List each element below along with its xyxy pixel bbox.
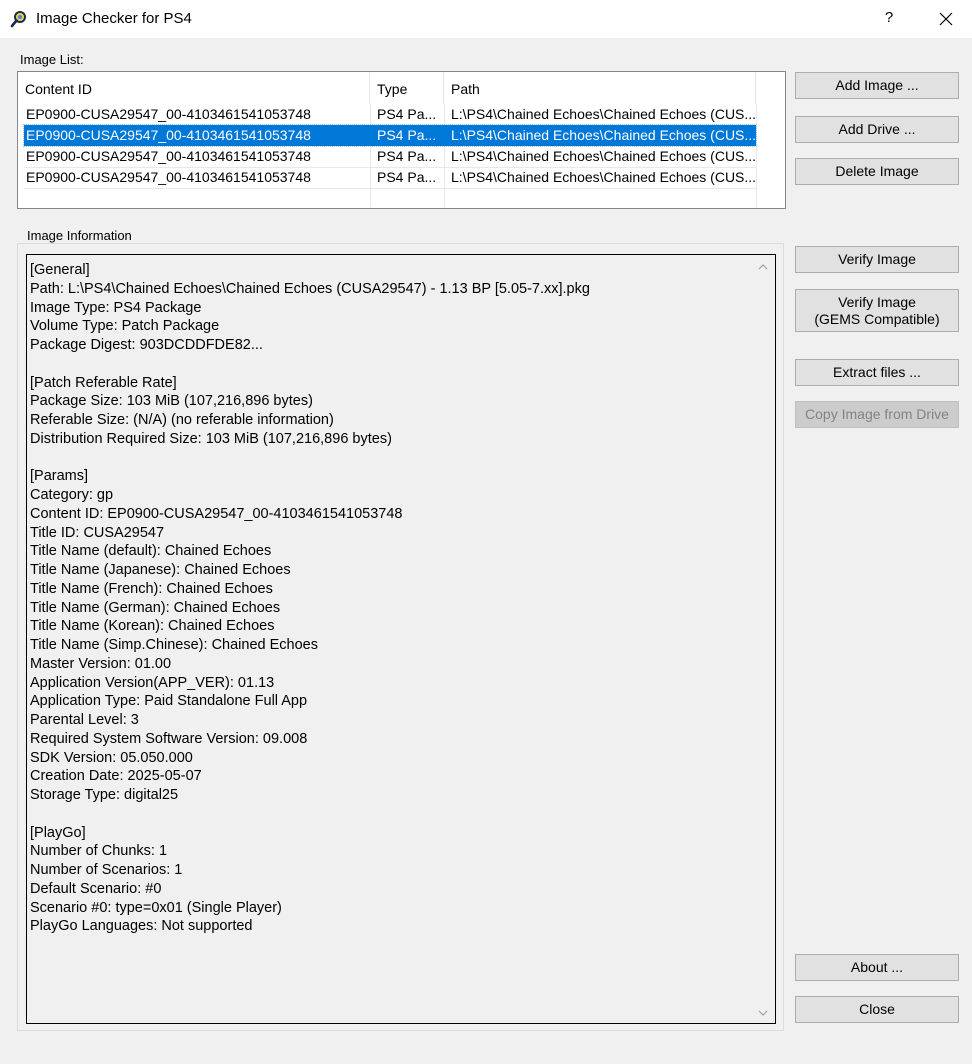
copy-image-from-drive-button: Copy Image from Drive <box>795 401 959 428</box>
column-header-path[interactable]: Path <box>444 72 756 104</box>
title-bar: Image Checker for PS4 ? <box>0 0 972 38</box>
list-header: Content ID Type Path <box>18 72 756 104</box>
list-item[interactable]: EP0900-CUSA29547_00-4103461541053748 PS4… <box>24 104 756 125</box>
type-cell: PS4 Pa... <box>377 127 437 143</box>
add-drive-button[interactable]: Add Drive ... <box>795 116 959 143</box>
type-cell: PS4 Pa... <box>377 148 437 164</box>
content-id-cell: EP0900-CUSA29547_00-4103461541053748 <box>26 106 311 122</box>
row-divider <box>24 188 756 189</box>
content-id-cell: EP0900-CUSA29547_00-4103461541053748 <box>26 169 311 185</box>
image-list-label: Image List: <box>20 52 84 67</box>
path-cell: L:\PS4\Chained Echoes\Chained Echoes (CU… <box>451 169 756 185</box>
column-header-content-id[interactable]: Content ID <box>18 72 370 104</box>
path-cell: L:\PS4\Chained Echoes\Chained Echoes (CU… <box>451 106 756 122</box>
path-cell: L:\PS4\Chained Echoes\Chained Echoes (CU… <box>451 148 756 164</box>
image-list[interactable]: Content ID Type Path EP0900-CUSA29547_00… <box>17 71 786 209</box>
content-id-cell: EP0900-CUSA29547_00-4103461541053748 <box>26 148 311 164</box>
list-item[interactable]: EP0900-CUSA29547_00-4103461541053748 PS4… <box>24 146 756 167</box>
image-information-label: Image Information <box>24 228 135 243</box>
list-item[interactable]: EP0900-CUSA29547_00-4103461541053748 PS4… <box>24 167 756 188</box>
close-window-icon[interactable] <box>928 2 964 34</box>
about-button[interactable]: About ... <box>795 954 959 981</box>
type-cell: PS4 Pa... <box>377 169 437 185</box>
magnifier-app-icon <box>10 11 26 28</box>
verify-image-gems-button[interactable]: Verify Image (GEMS Compatible) <box>795 289 959 332</box>
content-id-cell: EP0900-CUSA29547_00-4103461541053748 <box>26 127 311 143</box>
list-item-selected[interactable]: EP0900-CUSA29547_00-4103461541053748 PS4… <box>23 124 757 147</box>
add-image-button[interactable]: Add Image ... <box>795 72 959 99</box>
extract-files-button[interactable]: Extract files ... <box>795 359 959 386</box>
image-information-textbox[interactable]: [General] Path: L:\PS4\Chained Echoes\Ch… <box>26 254 776 1024</box>
close-button[interactable]: Close <box>795 996 959 1023</box>
window-title: Image Checker for PS4 <box>36 10 192 27</box>
verify-image-gems-label-line2: (GEMS Compatible) <box>814 311 940 327</box>
image-information-text: [General] Path: L:\PS4\Chained Echoes\Ch… <box>30 262 590 935</box>
scroll-up-icon[interactable] <box>757 261 769 273</box>
scroll-down-icon[interactable] <box>757 1007 769 1019</box>
column-header-type[interactable]: Type <box>370 72 444 104</box>
verify-image-gems-label-line1: Verify Image <box>838 294 916 310</box>
delete-image-button[interactable]: Delete Image <box>795 158 959 185</box>
column-divider <box>756 104 757 207</box>
help-button[interactable]: ? <box>872 2 906 34</box>
path-cell: L:\PS4\Chained Echoes\Chained Echoes (CU… <box>451 127 756 143</box>
verify-image-button[interactable]: Verify Image <box>795 246 959 273</box>
type-cell: PS4 Pa... <box>377 106 437 122</box>
